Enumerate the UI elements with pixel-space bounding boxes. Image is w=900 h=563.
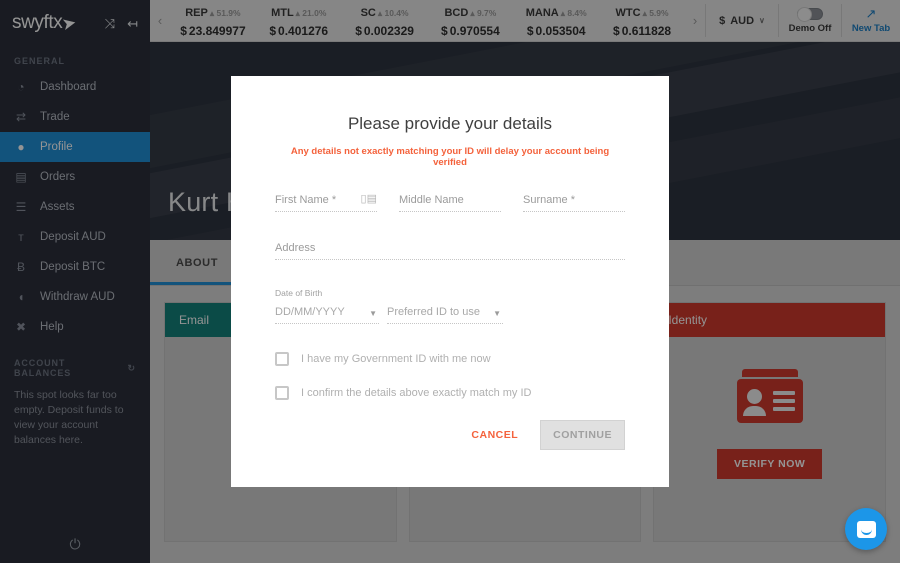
modal-title: Please provide your details — [347, 114, 553, 133]
modal-warning-text: Any details not exactly matching your ID… — [290, 146, 610, 168]
chat-bubble-glyph — [856, 520, 876, 538]
confirm-details-checkbox-label: I confirm the details above exactly matc… — [301, 387, 532, 399]
gov-id-checkbox-row[interactable]: I have my Government ID with me now — [275, 352, 625, 366]
chevron-down-icon[interactable]: ▼ — [369, 309, 377, 318]
dob-section: Date of Birth DD/MM/YYYY ▼ Preferred ID … — [275, 288, 625, 324]
app-root: swyftx➤ ⤨ ↤ GENERAL ◔ Dashboard ⇄ Trade … — [0, 0, 900, 563]
address-label: Address — [275, 242, 316, 254]
field-underline — [275, 259, 625, 260]
dob-label: Date of Birth — [275, 288, 323, 298]
chevron-down-icon[interactable]: ▼ — [493, 309, 501, 318]
details-modal: Please provide your details Any details … — [231, 76, 669, 487]
dob-placeholder: DD/MM/YYYY — [275, 306, 345, 318]
field-underline — [523, 211, 625, 212]
first-name-field[interactable]: First Name * ▯▤ — [275, 192, 377, 212]
preferred-id-placeholder: Preferred ID to use — [387, 306, 480, 318]
contact-card-icon[interactable]: ▯▤ — [361, 192, 377, 205]
continue-button[interactable]: CONTINUE — [540, 420, 625, 450]
confirm-details-checkbox[interactable] — [275, 386, 289, 400]
surname-label: Surname * — [523, 194, 575, 206]
field-underline — [399, 211, 501, 212]
consent-checkboxes: I have my Government ID with me now I co… — [275, 352, 625, 400]
chat-bubble-icon[interactable] — [845, 508, 887, 550]
address-field[interactable]: Address — [275, 242, 625, 260]
preferred-id-select[interactable]: Preferred ID to use ▼ — [387, 306, 503, 324]
gov-id-checkbox[interactable] — [275, 352, 289, 366]
confirm-details-checkbox-row[interactable]: I confirm the details above exactly matc… — [275, 386, 625, 400]
dob-row: DD/MM/YYYY ▼ Preferred ID to use ▼ — [275, 306, 625, 324]
name-fields-row: First Name * ▯▤ Middle Name Surname * — [275, 192, 625, 212]
middle-name-field[interactable]: Middle Name — [399, 194, 501, 212]
surname-field[interactable]: Surname * — [523, 194, 625, 212]
gov-id-checkbox-label: I have my Government ID with me now — [301, 353, 491, 365]
field-underline — [275, 211, 377, 212]
dob-input[interactable]: DD/MM/YYYY ▼ — [275, 306, 379, 324]
field-underline — [387, 323, 503, 324]
middle-name-label: Middle Name — [399, 194, 464, 206]
field-underline — [275, 323, 379, 324]
cancel-button[interactable]: CANCEL — [465, 421, 524, 449]
modal-actions: CANCEL CONTINUE — [275, 420, 625, 450]
